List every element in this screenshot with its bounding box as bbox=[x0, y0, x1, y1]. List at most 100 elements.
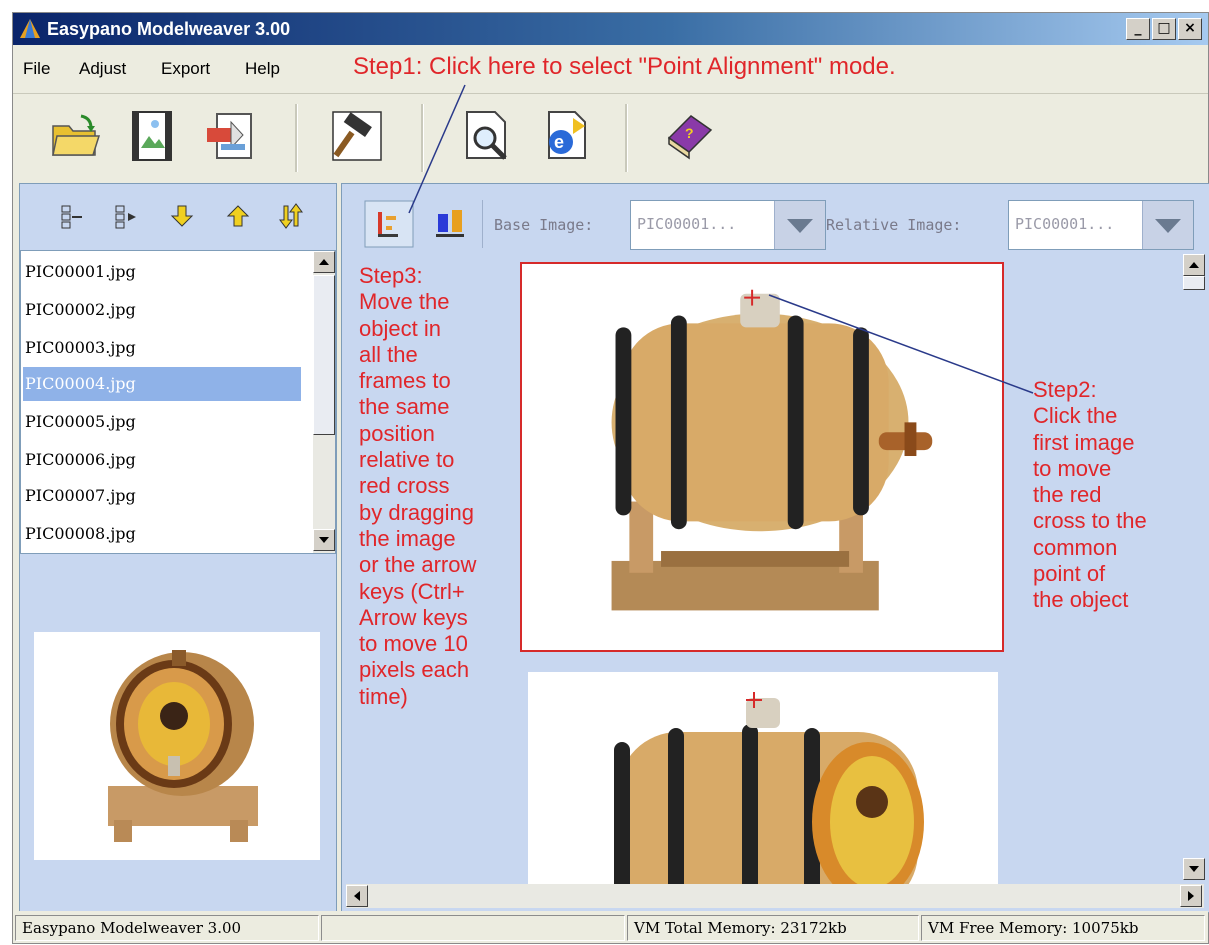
base-image-select[interactable]: PIC00001... bbox=[630, 200, 826, 250]
window-controls: _ □ × bbox=[1126, 18, 1202, 40]
list-item[interactable]: PIC00005.jpg bbox=[23, 405, 301, 439]
menu-help[interactable]: Help bbox=[245, 59, 280, 79]
menu-file[interactable]: File bbox=[23, 59, 50, 79]
help-book-icon[interactable]: ? bbox=[661, 108, 717, 164]
frame-tools bbox=[20, 184, 336, 250]
up-arrow-icon bbox=[319, 259, 329, 265]
dropdown-arrow-icon bbox=[787, 219, 813, 233]
file-list-scrollbar[interactable] bbox=[313, 251, 335, 553]
toolbar-separator bbox=[295, 104, 298, 172]
app-window: Easypano Modelweaver 3.00 _ □ × File Adj… bbox=[12, 12, 1209, 944]
status-total-memory: VM Total Memory: 23172kb bbox=[627, 915, 919, 941]
scroll-up-button[interactable] bbox=[1183, 254, 1205, 276]
status-free-memory: VM Free Memory: 10075kb bbox=[921, 915, 1205, 941]
list-item[interactable]: PIC00003.jpg bbox=[23, 331, 301, 365]
menu-bar: File Adjust Export Help bbox=[13, 53, 353, 87]
base-image-label: Base Image: bbox=[494, 216, 594, 234]
hammer-icon[interactable] bbox=[329, 108, 385, 164]
relative-image-dropdown-button[interactable] bbox=[1142, 201, 1193, 249]
step3-line: or the arrow bbox=[359, 552, 477, 578]
step3-line: the image bbox=[359, 525, 456, 551]
list-item[interactable]: PIC00008.jpg bbox=[23, 517, 301, 551]
svg-text:?: ? bbox=[685, 125, 694, 141]
step1-annotation: Step1: Click here to select "Point Align… bbox=[353, 53, 896, 80]
arrow-up-icon[interactable] bbox=[224, 202, 252, 230]
step3-line: relative to bbox=[359, 447, 455, 473]
preview-icon[interactable] bbox=[459, 108, 515, 164]
scroll-up-button[interactable] bbox=[313, 251, 335, 273]
step3-line: to move 10 bbox=[359, 631, 468, 657]
browser-icon[interactable]: e bbox=[537, 108, 593, 164]
point-alignment-mode-button[interactable] bbox=[364, 200, 414, 248]
image-icon[interactable] bbox=[125, 108, 181, 164]
base-image-frame[interactable] bbox=[520, 262, 1004, 652]
list-item-selected[interactable]: PIC00004.jpg bbox=[23, 367, 301, 401]
step3-line: keys (Ctrl+ bbox=[359, 578, 465, 604]
window-title: Easypano Modelweaver 3.00 bbox=[47, 19, 291, 39]
step2-line: common bbox=[1033, 534, 1118, 560]
step3-line: all the bbox=[359, 341, 418, 367]
arrow-down-icon[interactable] bbox=[168, 202, 196, 230]
scroll-down-button[interactable] bbox=[1183, 858, 1205, 880]
left-arrow-icon bbox=[354, 891, 360, 901]
base-image-dropdown-button[interactable] bbox=[774, 201, 825, 249]
relative-image-select[interactable]: PIC00001... bbox=[1008, 200, 1194, 250]
svg-text:e: e bbox=[554, 132, 564, 152]
list-item[interactable]: PIC00006.jpg bbox=[23, 443, 301, 477]
align-left-icon[interactable] bbox=[58, 202, 86, 230]
step3-line: position bbox=[359, 420, 435, 446]
scroll-thumb[interactable] bbox=[1183, 276, 1205, 290]
step2-annotation: Step2: Click the first image to move the… bbox=[1033, 377, 1205, 614]
menu-adjust[interactable]: Adjust bbox=[79, 59, 126, 79]
close-button[interactable]: × bbox=[1178, 18, 1202, 40]
app-logo-icon bbox=[20, 19, 40, 38]
step3-annotation: Step3: Move the object in all the frames… bbox=[359, 263, 535, 710]
auto-alignment-mode-button[interactable] bbox=[430, 200, 470, 248]
align-right-icon[interactable] bbox=[112, 202, 140, 230]
step2-line: the red bbox=[1033, 482, 1102, 508]
title-bar: Easypano Modelweaver 3.00 _ □ × bbox=[13, 13, 1208, 45]
down-arrow-icon bbox=[1189, 866, 1199, 872]
step2-line: the object bbox=[1033, 587, 1129, 613]
step2-line: cross to the bbox=[1033, 508, 1147, 534]
step3-line: Move the bbox=[359, 289, 450, 315]
step2-line: Click the bbox=[1033, 403, 1118, 429]
scroll-down-button[interactable] bbox=[313, 529, 335, 551]
step3-line: time) bbox=[359, 683, 408, 709]
image-horizontal-scrollbar[interactable] bbox=[346, 884, 1204, 908]
up-arrow-icon bbox=[1189, 262, 1199, 268]
list-item[interactable]: PIC00001.jpg bbox=[23, 255, 301, 289]
scroll-right-button[interactable] bbox=[1180, 885, 1202, 907]
toolbar: e ? bbox=[13, 93, 1208, 186]
open-folder-icon[interactable] bbox=[47, 108, 103, 164]
reverse-icon[interactable] bbox=[278, 202, 306, 230]
step2-line: point of bbox=[1033, 561, 1106, 587]
dropdown-arrow-icon bbox=[1155, 219, 1181, 233]
relative-image-label: Relative Image: bbox=[826, 216, 962, 234]
step3-line: frames to bbox=[359, 368, 451, 394]
left-panel: PIC00001.jpg PIC00002.jpg PIC00003.jpg P… bbox=[19, 183, 337, 913]
step3-line: Step3: bbox=[359, 263, 423, 288]
step3-line: Arrow keys bbox=[359, 604, 468, 630]
step3-line: by dragging bbox=[359, 499, 474, 525]
list-item[interactable]: PIC00002.jpg bbox=[23, 293, 301, 327]
step3-line: pixels each bbox=[359, 657, 470, 683]
step3-line: red cross bbox=[359, 473, 450, 499]
tool-separator bbox=[482, 200, 483, 248]
list-item[interactable]: PIC00007.jpg bbox=[23, 479, 301, 513]
minimize-button[interactable]: _ bbox=[1126, 18, 1150, 40]
step3-line: the same bbox=[359, 394, 450, 420]
scroll-left-button[interactable] bbox=[346, 885, 368, 907]
scroll-thumb[interactable] bbox=[313, 275, 335, 435]
step2-line: Step2: bbox=[1033, 377, 1097, 402]
menu-export[interactable]: Export bbox=[161, 59, 210, 79]
right-arrow-icon bbox=[1188, 891, 1194, 901]
toolbar-separator bbox=[625, 104, 628, 172]
maximize-button[interactable]: □ bbox=[1152, 18, 1176, 40]
down-arrow-icon bbox=[319, 537, 329, 543]
status-empty bbox=[321, 915, 625, 941]
export-icon[interactable] bbox=[203, 108, 259, 164]
relative-image-value: PIC00001... bbox=[1015, 215, 1115, 233]
relative-image-frame[interactable] bbox=[528, 672, 998, 888]
frame-preview-image bbox=[34, 632, 320, 860]
